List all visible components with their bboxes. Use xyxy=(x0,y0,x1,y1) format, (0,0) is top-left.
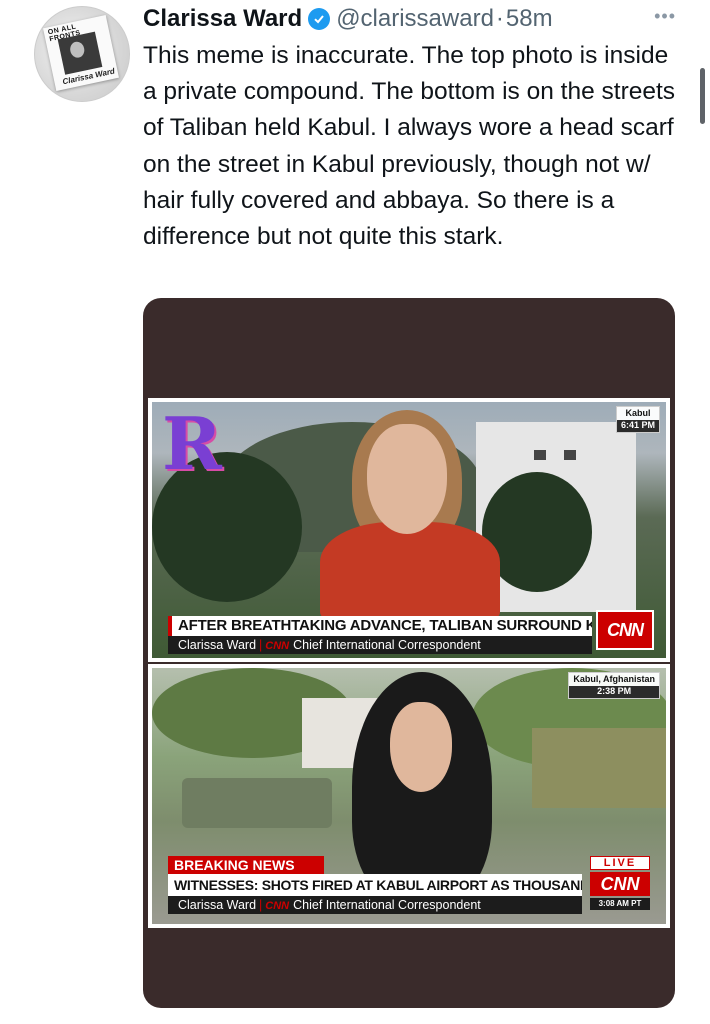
location-tag: Kabul, Afghanistan 2:38 PM xyxy=(568,672,660,699)
reporter-title: Chief International Correspondent xyxy=(293,638,481,652)
author-name[interactable]: Clarissa Ward xyxy=(143,5,302,33)
live-badge-group: LIVE CNN 3:08 AM PT xyxy=(590,856,650,910)
tweet-timestamp[interactable]: 58m xyxy=(506,5,553,33)
cnn-logo: CNN xyxy=(596,610,654,650)
news-frame-street: Kabul, Afghanistan 2:38 PM BREAKING NEWS… xyxy=(152,668,666,924)
media-panel-top: R Kabul 6:41 PM AFTER BREATHTAKING ADVAN… xyxy=(148,398,670,662)
tweet-header: Clarissa Ward @clarissaward · 58m xyxy=(143,4,670,34)
location-tag: Kabul 6:41 PM xyxy=(615,406,660,433)
scrollbar[interactable] xyxy=(700,68,705,124)
network-mini-logo: CNN xyxy=(265,640,290,652)
chyron-headline: WITNESSES: SHOTS FIRED AT KABUL AIRPORT … xyxy=(168,874,582,896)
chyron-headline: AFTER BREATHTAKING ADVANCE, TALIBAN SURR… xyxy=(168,616,592,636)
live-badge: LIVE xyxy=(590,856,650,870)
media-panel-bottom: Kabul, Afghanistan 2:38 PM BREAKING NEWS… xyxy=(148,664,670,928)
lower-third: BREAKING NEWS WITNESSES: SHOTS FIRED AT … xyxy=(156,856,662,920)
network-mini-logo: CNN xyxy=(265,900,290,912)
chyron-byline: Clarissa Ward | CNN Chief International Cor… xyxy=(168,896,582,914)
avatar[interactable]: ON ALL FRONTS Clarissa Ward xyxy=(34,6,130,102)
tweet-text: This meme is inaccurate. The top photo i… xyxy=(143,42,676,251)
sandbags xyxy=(182,778,332,828)
broadcast-clock: 3:08 AM PT xyxy=(590,898,650,910)
lower-third: AFTER BREATHTAKING ADVANCE, TALIBAN SURR… xyxy=(156,610,662,654)
cnn-logo: CNN xyxy=(590,872,650,896)
verified-badge-icon xyxy=(308,8,331,30)
news-frame-compound: R Kabul 6:41 PM AFTER BREATHTAKING ADVAN… xyxy=(152,402,666,658)
reporter-title: Chief International Correspondent xyxy=(293,898,481,912)
location-label: Kabul, Afghanistan xyxy=(573,674,655,684)
header-separator: · xyxy=(495,5,504,32)
tweet-media[interactable]: R Kabul 6:41 PM AFTER BREATHTAKING ADVAN… xyxy=(143,298,675,1008)
location-time: 2:38 PM xyxy=(569,686,659,698)
wall xyxy=(532,728,666,808)
reporter-name: Clarissa Ward xyxy=(178,638,257,652)
avatar-book-cover: ON ALL FRONTS Clarissa Ward xyxy=(43,15,119,91)
chyron-byline: Clarissa Ward | CNN Chief International Cor… xyxy=(168,636,592,654)
reporter-name: Clarissa Ward xyxy=(178,898,257,912)
author-handle[interactable]: @clarissaward xyxy=(336,5,494,33)
watermark-logo: R xyxy=(162,402,222,486)
location-label: Kabul xyxy=(625,408,651,418)
location-time: 6:41 PM xyxy=(616,420,659,432)
more-options-icon[interactable]: ••• xyxy=(654,6,676,27)
breaking-news-label: BREAKING NEWS xyxy=(168,856,324,874)
avatar-book-photo xyxy=(57,31,103,75)
